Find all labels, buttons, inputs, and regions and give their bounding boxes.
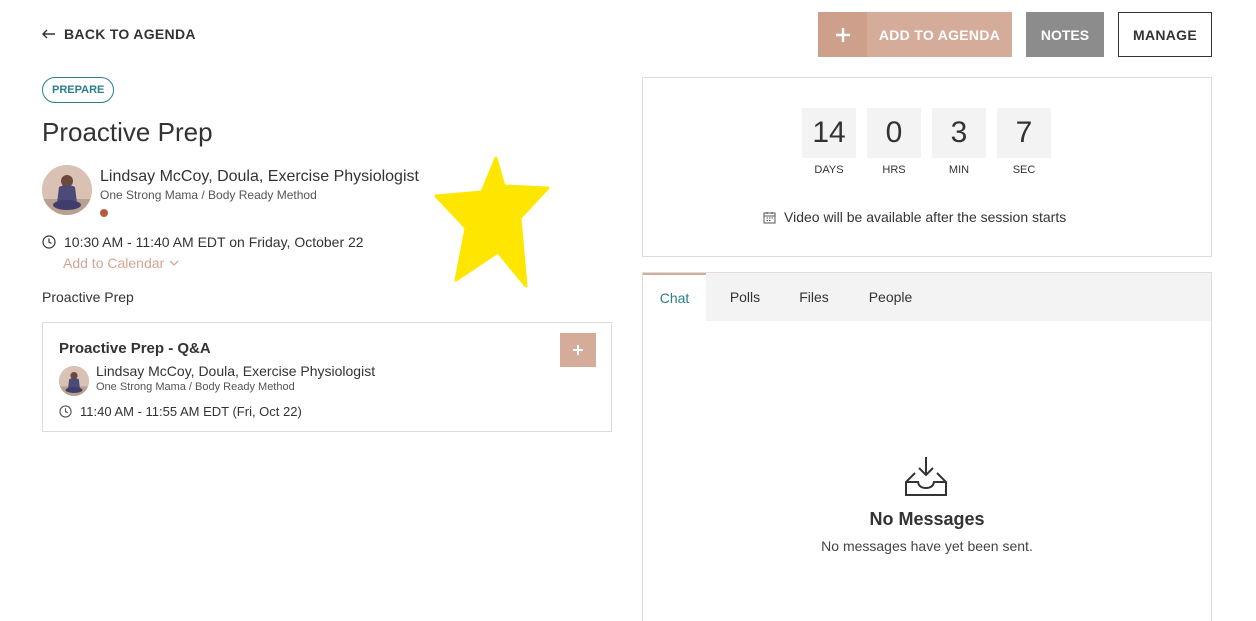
back-to-agenda-label: BACK TO AGENDA [64, 26, 196, 42]
plus-icon [818, 12, 867, 57]
clock-icon [42, 235, 56, 249]
sub-session-time: 11:40 AM - 11:55 AM EDT (Fri, Oct 22) [80, 404, 302, 419]
star-annotation [434, 156, 550, 288]
empty-state-title: No Messages [869, 509, 985, 529]
session-description: Proactive Prep [42, 289, 134, 305]
add-sub-session-button[interactable] [560, 333, 596, 367]
chat-panel: Chat Polls Files People No Messages No m… [642, 272, 1212, 621]
countdown-card: 14 DAYS 0 HRS 3 MIN 7 SEC Video will be … [642, 77, 1212, 257]
manage-button[interactable]: MANAGE [1118, 12, 1212, 57]
tab-files[interactable]: Files [784, 273, 844, 321]
add-to-calendar-label: Add to Calendar [63, 255, 165, 271]
tab-people[interactable]: People [844, 273, 937, 321]
calendar-icon [763, 211, 776, 223]
track-badge: PREPARE [42, 77, 115, 103]
countdown-seconds: 7 SEC [997, 108, 1051, 176]
plus-icon [573, 345, 583, 355]
arrow-left-icon [42, 29, 55, 39]
add-to-agenda-label: ADD TO AGENDA [878, 26, 1001, 43]
sub-speaker-avatar[interactable] [59, 366, 89, 396]
sub-session-time-row: 11:40 AM - 11:55 AM EDT (Fri, Oct 22) [59, 404, 302, 419]
session-time: 10:30 AM - 11:40 AM EDT on Friday, Octob… [64, 234, 364, 250]
hours-label: HRS [882, 164, 906, 176]
seconds-label: SEC [1012, 164, 1036, 176]
speaker-avatar[interactable] [42, 165, 92, 215]
countdown-days: 14 DAYS [802, 108, 856, 176]
notes-button[interactable]: NOTES [1026, 12, 1104, 57]
seconds-value: 7 [997, 108, 1051, 158]
add-to-agenda-button[interactable]: ADD TO AGENDA [818, 12, 1012, 57]
minutes-label: MIN [948, 164, 970, 176]
tab-chat[interactable]: Chat [643, 273, 706, 321]
sub-session-title[interactable]: Proactive Prep - Q&A [59, 340, 211, 357]
countdown-minutes: 3 MIN [932, 108, 986, 176]
clock-icon [59, 405, 72, 418]
add-to-calendar-link[interactable]: Add to Calendar [63, 255, 179, 271]
days-value: 14 [802, 108, 856, 158]
back-to-agenda-link[interactable]: BACK TO AGENDA [42, 26, 196, 42]
chevron-down-icon [169, 260, 179, 266]
sub-speaker-org: One Strong Mama / Body Ready Method [96, 381, 295, 393]
status-dot [100, 209, 108, 217]
hours-value: 0 [867, 108, 921, 158]
tab-polls[interactable]: Polls [706, 273, 784, 321]
days-label: DAYS [814, 164, 844, 176]
chat-tabs: Chat Polls Files People [643, 273, 1211, 321]
video-availability-note: Video will be available after the sessio… [763, 209, 1066, 225]
minutes-value: 3 [932, 108, 986, 158]
countdown-hours: 0 HRS [867, 108, 921, 176]
inbox-download-icon [903, 455, 949, 502]
speaker-org: One Strong Mama / Body Ready Method [100, 188, 317, 202]
empty-state-subtitle: No messages have yet been sent. [821, 538, 1033, 554]
sub-speaker-name[interactable]: Lindsay McCoy, Doula, Exercise Physiolog… [96, 363, 375, 379]
session-time-row: 10:30 AM - 11:40 AM EDT on Friday, Octob… [42, 234, 364, 250]
speaker-name[interactable]: Lindsay McCoy, Doula, Exercise Physiolog… [100, 168, 419, 186]
session-title: Proactive Prep [42, 117, 213, 147]
video-note-text: Video will be available after the sessio… [784, 209, 1067, 225]
